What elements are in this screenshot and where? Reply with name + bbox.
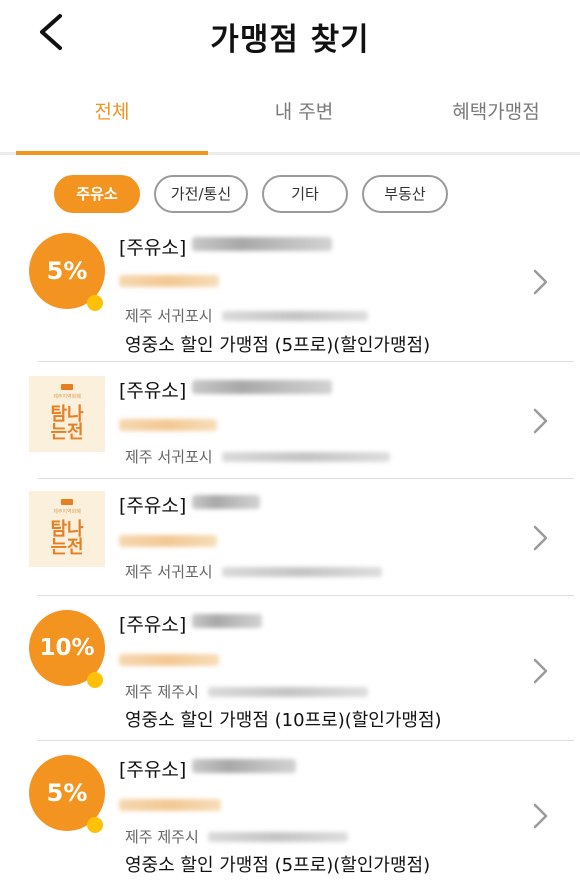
- chevron-right-icon: [530, 523, 550, 553]
- store-address-redacted: [222, 567, 382, 577]
- store-detail-redacted: [119, 275, 219, 287]
- svg-text:는전: 는전: [50, 537, 83, 558]
- chip-other[interactable]: 기타: [262, 175, 348, 213]
- store-category: [주유소]: [119, 237, 187, 259]
- svg-text:는전: 는전: [50, 422, 83, 443]
- store-list-item[interactable]: 제주지역화폐 탐나 는전 [주유소] 제주 서귀포시: [0, 362, 580, 479]
- tamnaneun-jeon-logo: 제주지역화폐 탐나 는전: [29, 491, 105, 567]
- store-list-item[interactable]: 10% [주유소] 제주 제주시 영중소 할인 가맹점 (10프로)(할인가맹점…: [0, 596, 580, 741]
- tab-all[interactable]: 전체: [16, 84, 208, 150]
- chip-electronics-telecom[interactable]: 가전/통신: [154, 175, 248, 213]
- store-name-redacted: [192, 759, 296, 773]
- discount-badge: 5%: [29, 755, 105, 833]
- store-detail-redacted: [119, 535, 217, 547]
- active-tab-indicator: [16, 151, 208, 155]
- tab-benefit-stores[interactable]: 혜택가맹점: [400, 84, 580, 150]
- store-name-redacted: [192, 614, 262, 628]
- chip-real-estate[interactable]: 부동산: [362, 175, 448, 213]
- discount-badge: 5%: [29, 233, 105, 311]
- tamnaneun-jeon-logo: 제주지역화폐 탐나 는전: [29, 376, 105, 452]
- store-category: [주유소]: [119, 380, 187, 402]
- page-title: 가맹점 찾기: [210, 22, 370, 58]
- store-detail-redacted: [119, 419, 217, 431]
- store-region: 제주 제주시: [125, 683, 199, 701]
- store-name-redacted: [192, 495, 260, 509]
- tab-bar: 전체 내 주변 혜택가맹점: [0, 84, 580, 156]
- chevron-right-icon: [530, 801, 550, 831]
- store-promo: 영중소 할인 가맹점 (5프로)(할인가맹점): [125, 855, 431, 876]
- discount-badge: 10%: [29, 610, 105, 688]
- store-region: 제주 서귀포시: [125, 448, 213, 466]
- chip-gas-station[interactable]: 주유소: [54, 175, 140, 213]
- store-region: 제주 서귀포시: [125, 563, 213, 581]
- chevron-right-icon: [530, 406, 550, 436]
- store-promo: 영중소 할인 가맹점 (10프로)(할인가맹점): [125, 710, 442, 731]
- store-category: [주유소]: [119, 495, 187, 517]
- store-address-redacted: [222, 452, 390, 462]
- store-promo: 영중소 할인 가맹점 (5프로)(할인가맹점): [125, 335, 431, 356]
- store-category: [주유소]: [119, 614, 187, 636]
- badge-dot-icon: [87, 295, 103, 311]
- store-name-redacted: [192, 237, 332, 251]
- chevron-right-icon: [530, 656, 550, 686]
- svg-text:제주지역화폐: 제주지역화폐: [53, 508, 81, 515]
- store-list-item[interactable]: 5% [주유소] 제주 제주시 영중소 할인 가맹점 (5프로)(할인가맹점): [0, 741, 580, 886]
- discount-badge-label: 10%: [39, 635, 95, 661]
- tab-nearby[interactable]: 내 주변: [208, 84, 400, 150]
- discount-badge-label: 5%: [46, 257, 88, 285]
- store-address-redacted: [208, 832, 348, 842]
- store-detail-redacted: [119, 799, 221, 811]
- store-address-redacted: [208, 687, 368, 697]
- store-address-redacted: [222, 311, 368, 321]
- header: 가맹점 찾기: [0, 0, 580, 70]
- badge-dot-icon: [87, 672, 103, 688]
- badge-dot-icon: [87, 817, 103, 833]
- store-name-redacted: [192, 380, 332, 394]
- discount-badge-label: 5%: [46, 779, 88, 807]
- store-category: [주유소]: [119, 759, 187, 781]
- store-region: 제주 제주시: [125, 828, 199, 846]
- store-region: 제주 서귀포시: [125, 307, 213, 325]
- store-detail-redacted: [119, 654, 219, 666]
- svg-text:제주지역화폐: 제주지역화폐: [53, 393, 81, 400]
- store-list-item[interactable]: 5% [주유소] 제주 서귀포시 영중소 할인 가맹점 (5프로)(할인가맹점): [0, 225, 580, 362]
- store-list-item[interactable]: 제주지역화폐 탐나 는전 [주유소] 제주 서귀포시: [0, 479, 580, 596]
- chevron-right-icon: [530, 267, 550, 297]
- category-filter: 주유소 가전/통신 기타 부동산: [0, 175, 580, 215]
